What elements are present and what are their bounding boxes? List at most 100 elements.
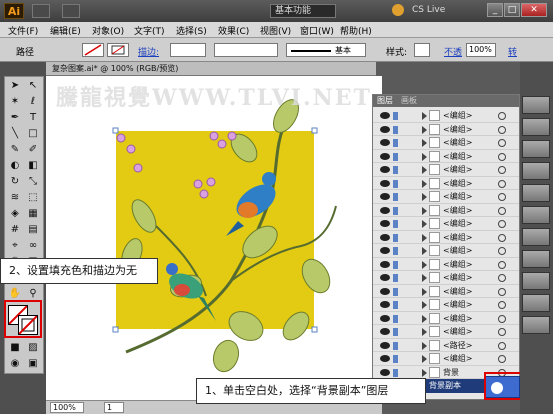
menu-type[interactable]: 文字(T)	[134, 24, 165, 37]
visibility-eye-icon[interactable]	[380, 314, 390, 322]
layer-row[interactable]: <编组>	[373, 298, 519, 312]
brush-select[interactable]: 基本	[286, 43, 366, 57]
expand-triangle-icon[interactable]	[422, 368, 427, 377]
expand-triangle-icon[interactable]	[422, 206, 427, 215]
target-circle-icon[interactable]	[498, 328, 506, 336]
target-circle-icon[interactable]	[498, 152, 506, 161]
layer-row[interactable]: <编组>	[373, 177, 519, 191]
visibility-eye-icon[interactable]	[380, 274, 390, 281]
visibility-eye-icon[interactable]	[380, 301, 390, 308]
target-circle-icon[interactable]	[498, 193, 506, 201]
visibility-eye-icon[interactable]	[380, 328, 390, 335]
eraser-tool-icon[interactable]: ◧	[25, 159, 41, 173]
target-circle-icon[interactable]	[498, 355, 506, 363]
visibility-eye-icon[interactable]	[380, 260, 390, 268]
visibility-eye-icon[interactable]	[380, 179, 390, 187]
target-circle-icon[interactable]	[498, 206, 506, 215]
layers-panel-icon[interactable]	[522, 294, 550, 312]
layer-row[interactable]: <编组>	[373, 163, 519, 177]
color-panel-icon[interactable]	[522, 96, 550, 114]
layer-row[interactable]: <路径>	[373, 339, 519, 353]
opacity-field[interactable]: 100%	[466, 43, 496, 57]
menu-edit[interactable]: 编辑(E)	[50, 24, 81, 37]
variable-width-select[interactable]	[214, 43, 278, 57]
menu-object[interactable]: 对象(O)	[92, 24, 124, 37]
bridge-button[interactable]	[32, 4, 50, 18]
stroke-swatch[interactable]	[107, 43, 129, 57]
target-circle-icon[interactable]	[498, 220, 506, 228]
target-circle-icon[interactable]	[498, 260, 506, 269]
line-tool-icon[interactable]: ╲	[7, 127, 23, 141]
shape-builder-tool-icon[interactable]: ◈	[7, 207, 23, 221]
layer-row[interactable]: <编组>	[373, 312, 519, 326]
gradient-panel-icon[interactable]	[522, 206, 550, 224]
target-circle-icon[interactable]	[498, 314, 506, 323]
gradient-tool-icon[interactable]: ▤	[25, 223, 41, 237]
expand-triangle-icon[interactable]	[422, 233, 427, 242]
expand-triangle-icon[interactable]	[422, 112, 427, 120]
cslive-label[interactable]: CS Live	[412, 5, 445, 15]
scale-tool-icon[interactable]: ⤡	[25, 175, 41, 189]
direct-selection-tool-icon[interactable]: ↖	[25, 79, 41, 93]
transform-link[interactable]: 转	[508, 45, 517, 58]
expand-triangle-icon[interactable]	[422, 287, 427, 296]
type-tool-icon[interactable]: T	[25, 111, 41, 125]
visibility-eye-icon[interactable]	[380, 152, 390, 160]
target-circle-icon[interactable]	[498, 112, 506, 120]
swatches-panel-icon[interactable]	[522, 118, 550, 136]
expand-triangle-icon[interactable]	[422, 301, 427, 309]
mesh-tool-icon[interactable]: #	[7, 223, 23, 237]
layer-row[interactable]: <编组>	[373, 190, 519, 204]
opacity-link[interactable]: 不透	[444, 45, 462, 58]
warp-tool-icon[interactable]: ≋	[7, 191, 23, 205]
target-circle-icon[interactable]	[498, 274, 506, 282]
gradient-mode-icon[interactable]: ▨	[25, 341, 41, 355]
layer-row[interactable]: <编组>	[373, 217, 519, 231]
symbols-panel-icon[interactable]	[522, 162, 550, 180]
expand-triangle-icon[interactable]	[422, 166, 427, 174]
visibility-eye-icon[interactable]	[380, 193, 390, 200]
stroke-weight-field[interactable]	[170, 43, 206, 57]
menu-help[interactable]: 帮助(H)	[340, 24, 372, 37]
rotate-tool-icon[interactable]: ↻	[7, 175, 23, 189]
visibility-eye-icon[interactable]	[380, 341, 390, 349]
target-circle-icon[interactable]	[498, 233, 506, 242]
tab-layers[interactable]: 图层	[377, 95, 393, 106]
rectangle-tool-icon[interactable]: □	[25, 127, 41, 141]
appearance-panel-icon[interactable]	[522, 250, 550, 268]
eyedropper-tool-icon[interactable]: ⌖	[7, 239, 23, 253]
page-field[interactable]: 1	[104, 402, 124, 413]
minimize-button[interactable]: _	[487, 3, 503, 17]
target-circle-icon[interactable]	[498, 301, 506, 309]
magic-wand-tool-icon[interactable]: ✶	[7, 95, 23, 109]
target-circle-icon[interactable]	[498, 179, 506, 188]
draw-mode-icon[interactable]: ◉	[7, 357, 23, 371]
visibility-eye-icon[interactable]	[380, 247, 390, 254]
expand-triangle-icon[interactable]	[422, 355, 427, 363]
expand-triangle-icon[interactable]	[422, 260, 427, 269]
expand-triangle-icon[interactable]	[422, 193, 427, 201]
target-circle-icon[interactable]	[498, 287, 506, 296]
layer-row[interactable]: <编组>	[373, 150, 519, 164]
layer-row[interactable]: <编组>	[373, 271, 519, 285]
expand-triangle-icon[interactable]	[422, 274, 427, 282]
stroke-link[interactable]: 描边:	[138, 45, 159, 58]
expand-triangle-icon[interactable]	[422, 328, 427, 336]
maximize-button[interactable]: □	[504, 3, 520, 17]
cslive-icon[interactable]	[392, 4, 404, 16]
blend-tool-icon[interactable]: ∞	[25, 239, 41, 253]
layer-row[interactable]: <编组>	[373, 231, 519, 245]
menu-view[interactable]: 视图(V)	[260, 24, 291, 37]
expand-triangle-icon[interactable]	[422, 152, 427, 161]
zoom-tool-icon[interactable]: ⚲	[25, 287, 41, 301]
menu-select[interactable]: 选择(S)	[176, 24, 207, 37]
target-circle-icon[interactable]	[498, 247, 506, 255]
visibility-eye-icon[interactable]	[380, 233, 390, 241]
paintbrush-tool-icon[interactable]: ✎	[7, 143, 23, 157]
target-circle-icon[interactable]	[498, 139, 506, 147]
blob-brush-tool-icon[interactable]: ◐	[7, 159, 23, 173]
layer-row[interactable]: <编组>	[373, 244, 519, 258]
screen-mode-icon[interactable]: ▣	[25, 357, 41, 371]
canvas[interactable]: 騰龍視覺WWW.TLVI.NET	[46, 76, 382, 402]
pen-tool-icon[interactable]: ✒	[7, 111, 23, 125]
